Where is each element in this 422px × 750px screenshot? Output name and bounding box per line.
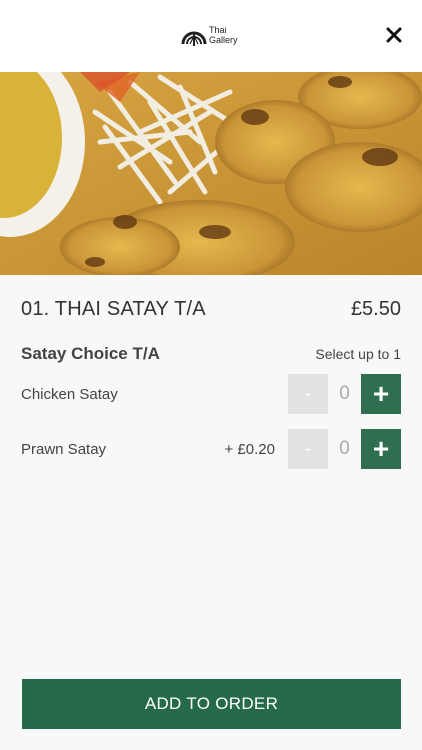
item-title: 01. THAI SATAY T/A [21,297,206,320]
restaurant-logo: Thai Gallery [181,21,238,49]
option-name: Prawn Satay [21,440,107,458]
header: Thai Gallery [0,0,422,72]
logo-line-1: Thai [209,25,227,35]
logo-text: Thai Gallery [209,25,238,45]
logo-tree-icon [181,31,207,46]
option-name: Chicken Satay [21,385,118,403]
option-row-chicken-satay: Chicken Satay - 0 + [21,374,401,414]
logo-line-2: Gallery [209,35,238,45]
option-row-prawn-satay: Prawn Satay + £0.20 - 0 + [21,429,401,469]
quantity-value: 0 [339,383,350,404]
option-group-header: Satay Choice T/A Select up to 1 [21,342,401,366]
item-header: 01. THAI SATAY T/A £5.50 [21,296,401,322]
quantity-value: 0 [339,438,350,459]
option-group-limit: Select up to 1 [315,346,401,362]
increase-button[interactable]: + [361,374,401,414]
close-button[interactable] [386,27,402,43]
close-icon [386,27,402,43]
option-group-title: Satay Choice T/A [21,344,160,363]
quantity-stepper: - 0 + [288,374,401,414]
item-price: £5.50 [350,297,401,320]
decrease-button[interactable]: - [288,429,328,469]
option-extra-price: + £0.20 [224,440,275,458]
add-to-order-button[interactable]: ADD TO ORDER [22,679,401,729]
decrease-button[interactable]: - [288,374,328,414]
increase-button[interactable]: + [361,429,401,469]
item-photo [0,72,422,275]
satay-photo-illustration [0,72,422,275]
quantity-stepper: - 0 + [288,429,401,469]
